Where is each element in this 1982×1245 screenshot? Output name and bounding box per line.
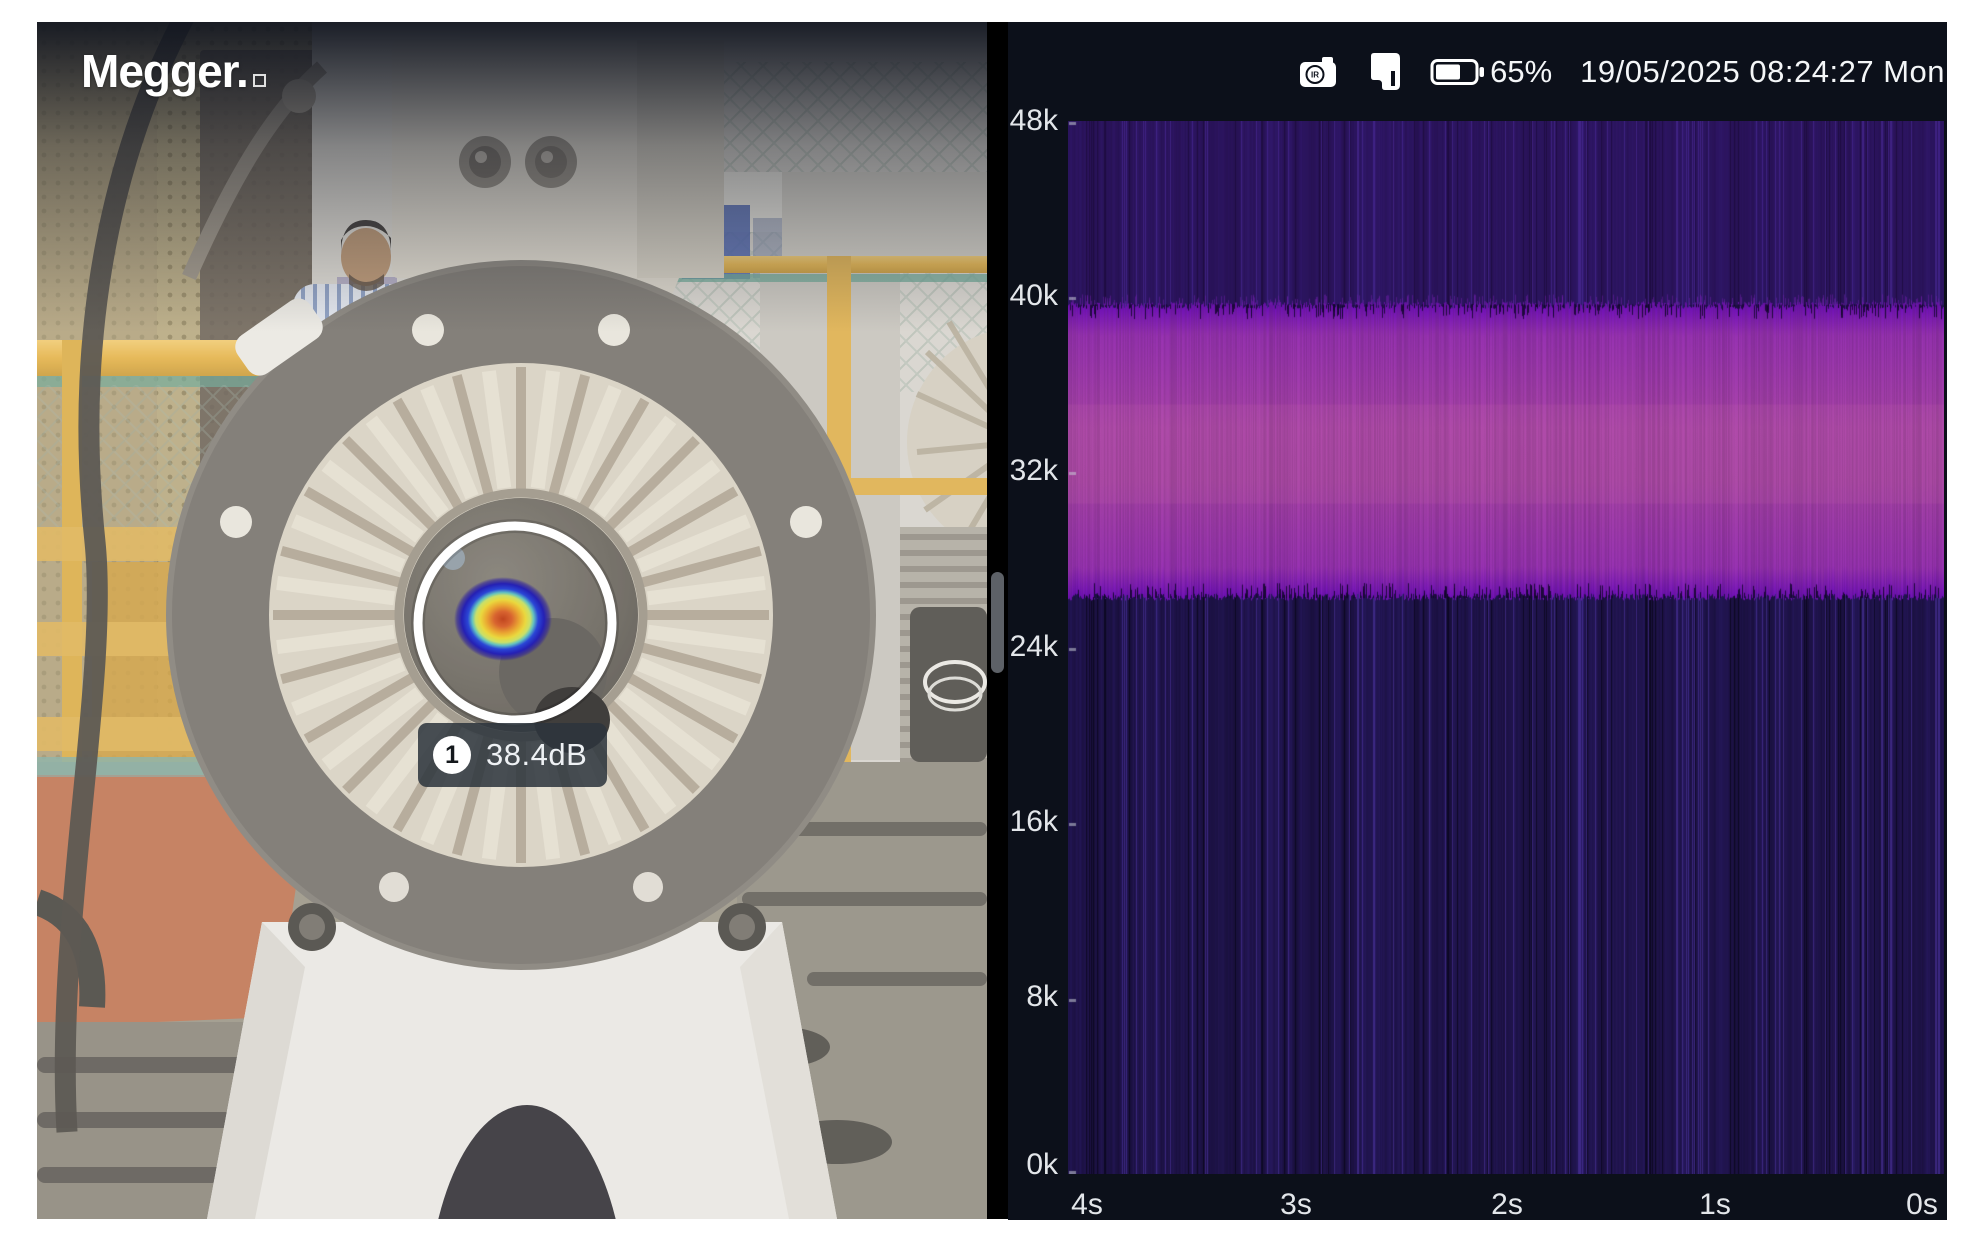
acoustic-camera-screen: Megger. 1 38.4dB IR <box>0 0 1982 1245</box>
spectrogram-canvas <box>1068 121 1944 1174</box>
battery-percent: 65% <box>1490 54 1552 90</box>
megger-logo: Megger. <box>81 44 266 98</box>
spectrogram-panel: IR 65% 19/05/2025 08:24:27 Mon 48k 40k 3… <box>1008 22 1947 1220</box>
megger-logo-text: Megger. <box>81 44 248 98</box>
acoustic-heat-blob <box>454 577 552 661</box>
freq-tick-48k: 48k <box>1008 103 1058 139</box>
freq-tick-0k: 0k <box>1008 1147 1058 1183</box>
freq-tick-24k: 24k <box>1008 629 1058 665</box>
time-tick-1s: 1s <box>1673 1188 1757 1222</box>
measurement-value: 38.4dB <box>486 737 587 773</box>
freq-tick-40k: 40k <box>1008 278 1058 314</box>
sd-card-icon <box>1366 52 1402 92</box>
datetime: 19/05/2025 08:24:27 Mon <box>1580 54 1945 90</box>
time-tick-0s: 0s <box>1880 1188 1964 1222</box>
freq-tick-16k: 16k <box>1008 804 1058 840</box>
logo-reg-mark <box>253 74 266 87</box>
svg-text:IR: IR <box>1311 71 1319 80</box>
time-tick-2s: 2s <box>1465 1188 1549 1222</box>
battery-icon <box>1430 57 1485 87</box>
marker-number: 1 <box>433 736 471 774</box>
time-tick-4s: 4s <box>1045 1188 1129 1222</box>
status-bar: IR 65% 19/05/2025 08:24:27 Mon <box>1298 50 1945 94</box>
ir-camera-icon: IR <box>1298 55 1338 89</box>
camera-scene <box>37 22 987 1219</box>
camera-view: Megger. 1 38.4dB <box>37 22 987 1219</box>
freq-tick-32k: 32k <box>1008 453 1058 489</box>
measurement-badge: 1 38.4dB <box>418 723 607 787</box>
split-divider <box>987 22 1008 1219</box>
divider-drag-handle[interactable] <box>991 572 1004 673</box>
battery-status: 65% <box>1430 54 1552 90</box>
freq-tick-8k: 8k <box>1008 979 1058 1015</box>
time-tick-3s: 3s <box>1254 1188 1338 1222</box>
